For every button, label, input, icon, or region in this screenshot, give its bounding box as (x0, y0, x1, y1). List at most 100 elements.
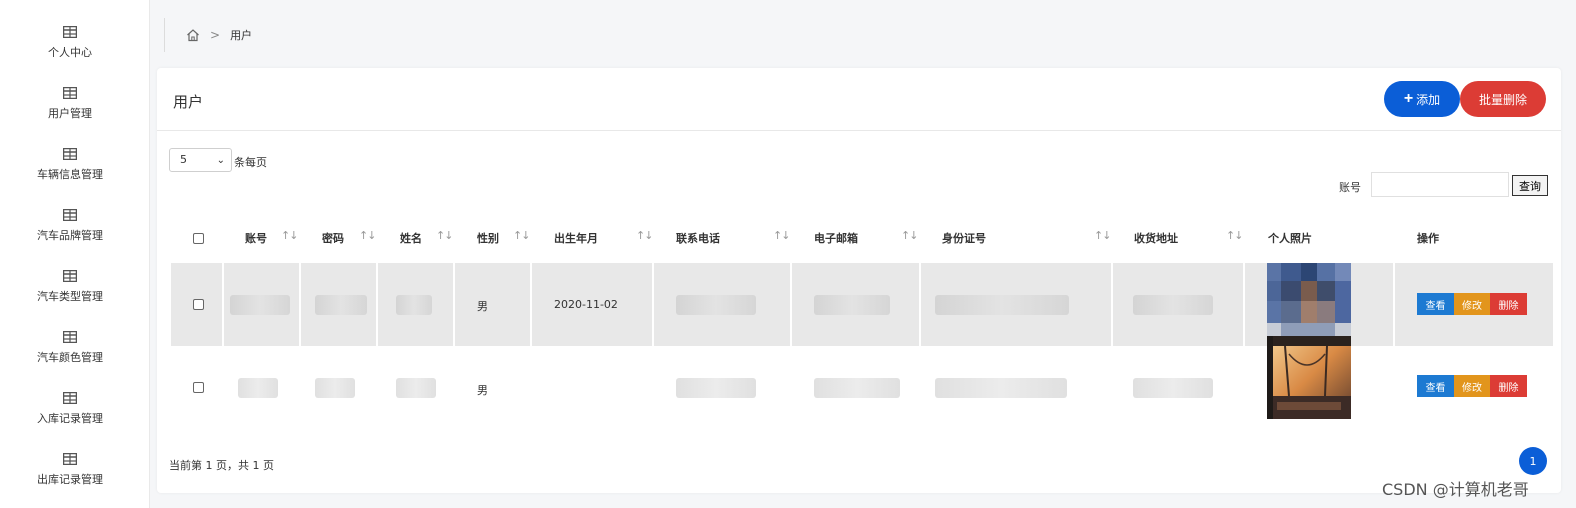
sidebar-item-car-type[interactable]: 汽车类型管理 (0, 270, 140, 322)
sidebar-item-personal-center[interactable]: 个人中心 (0, 26, 140, 78)
column-header-account[interactable]: 账号 (245, 213, 267, 263)
user-photo[interactable] (1267, 263, 1351, 346)
account-search-input[interactable] (1371, 172, 1509, 197)
table-cell (792, 348, 919, 431)
plus-icon: + (1403, 90, 1414, 107)
home-icon[interactable] (186, 28, 200, 42)
sidebar-item-inbound-records[interactable]: 入库记录管理 (0, 392, 140, 444)
sort-icon[interactable]: ↑↓ (1094, 229, 1111, 242)
sort-icon[interactable]: ↑↓ (513, 229, 530, 242)
table-cell: 查看 修改 删除 (1395, 348, 1553, 431)
table-row: 男 查看 修改 删除 (171, 336, 1553, 431)
column-header-name[interactable]: 姓名 (400, 213, 422, 263)
table-cell: 男 (455, 263, 530, 346)
birth-value: 2020-11-02 (554, 298, 618, 311)
sidebar-item-car-color[interactable]: 汽车颜色管理 (0, 331, 140, 383)
select-all-checkbox[interactable] (193, 233, 204, 244)
table-cell: 2020-11-02 (532, 263, 652, 346)
breadcrumb-current: 用户 (230, 29, 253, 42)
breadcrumb-separator: > (210, 28, 221, 42)
table-cell (301, 348, 376, 431)
page-title: 用户 (173, 93, 204, 111)
table-icon (63, 270, 77, 282)
sidebar-item-label: 用户管理 (48, 107, 92, 120)
edit-button[interactable]: 修改 (1454, 293, 1490, 315)
table-cell: 查看 修改 删除 (1395, 263, 1553, 346)
column-header-id-number[interactable]: 身份证号 (942, 213, 986, 263)
table-cell (792, 263, 919, 346)
row-checkbox[interactable] (193, 382, 204, 393)
column-header-password[interactable]: 密码 (322, 213, 344, 263)
user-photo[interactable] (1267, 336, 1351, 419)
gender-value: 男 (477, 384, 488, 397)
redacted-password (315, 295, 367, 315)
add-button[interactable]: + 添加 (1384, 81, 1460, 117)
table-cell (921, 263, 1111, 346)
table-icon (63, 209, 77, 221)
table-icon (63, 148, 77, 160)
sort-icon[interactable]: ↑↓ (773, 229, 790, 242)
redacted-address (1133, 378, 1213, 398)
sort-icon[interactable]: ↑↓ (901, 229, 918, 242)
sidebar-item-label: 入库记录管理 (37, 412, 103, 425)
sidebar-item-outbound-records[interactable]: 出库记录管理 (0, 453, 140, 505)
table-cell (171, 263, 222, 346)
column-header-phone[interactable]: 联系电话 (676, 213, 720, 263)
redacted-password (315, 378, 355, 398)
add-button-label: 添加 (1416, 92, 1441, 107)
redacted-email (814, 295, 890, 315)
table-cell (532, 348, 652, 431)
sidebar-item-label: 汽车类型管理 (37, 290, 103, 303)
sidebar-item-label: 个人中心 (48, 46, 92, 59)
sort-icon[interactable]: ↑↓ (359, 229, 376, 242)
column-header-email[interactable]: 电子邮箱 (814, 213, 858, 263)
pagination-info: 当前第 1 页，共 1 页 (169, 459, 274, 472)
edit-button[interactable]: 修改 (1454, 375, 1490, 397)
redacted-phone (676, 378, 756, 398)
view-button[interactable]: 查看 (1417, 293, 1454, 315)
column-header-birth[interactable]: 出生年月 (554, 213, 598, 263)
divider (164, 18, 165, 52)
page-number-button[interactable]: 1 (1519, 447, 1547, 475)
redacted-address (1133, 295, 1213, 315)
table-cell (378, 263, 453, 346)
sidebar-item-vehicle-info[interactable]: 车辆信息管理 (0, 148, 140, 200)
redacted-phone (676, 295, 756, 315)
row-checkbox[interactable] (193, 299, 204, 310)
table-cell: 男 (455, 348, 530, 431)
table-cell (1245, 336, 1393, 431)
user-list-card: 用户 + 添加 批量删除 5 ⌄ 条每页 账号 查询 账号 ↑↓ 密码 ↑↓ 姓… (157, 68, 1561, 493)
table-cell (171, 348, 222, 431)
table-cell (654, 348, 790, 431)
sidebar-item-car-brand[interactable]: 汽车品牌管理 (0, 209, 140, 261)
delete-button[interactable]: 删除 (1490, 375, 1527, 397)
breadcrumb: > 用户 (186, 28, 252, 42)
table-icon (63, 26, 77, 38)
table-cell (224, 263, 299, 346)
search-label: 账号 (1339, 181, 1361, 194)
sidebar-item-label: 汽车品牌管理 (37, 229, 103, 242)
page-size-value: 5 (180, 153, 187, 166)
delete-button[interactable]: 删除 (1490, 293, 1527, 315)
sidebar-item-user-management[interactable]: 用户管理 (0, 87, 140, 139)
redacted-account (238, 378, 278, 398)
page-size-select[interactable]: 5 ⌄ (169, 148, 232, 172)
redacted-id-number (935, 378, 1067, 398)
sort-icon[interactable]: ↑↓ (281, 229, 298, 242)
table-cell (1245, 263, 1393, 346)
table-cell (224, 348, 299, 431)
redacted-id-number (935, 295, 1069, 315)
sort-icon[interactable]: ↑↓ (636, 229, 653, 242)
redacted-email (814, 378, 900, 398)
table-cell (1113, 263, 1243, 346)
search-button[interactable]: 查询 (1512, 175, 1548, 196)
page-size-label: 条每页 (234, 156, 267, 169)
sort-icon[interactable]: ↑↓ (1226, 229, 1243, 242)
watermark-text: CSDN @计算机老哥 (1382, 480, 1529, 499)
card-header: 用户 + 添加 批量删除 (157, 68, 1561, 131)
column-header-gender[interactable]: 性别 (477, 213, 499, 263)
view-button[interactable]: 查看 (1417, 375, 1454, 397)
sort-icon[interactable]: ↑↓ (436, 229, 453, 242)
batch-delete-button[interactable]: 批量删除 (1460, 81, 1546, 117)
column-header-address[interactable]: 收货地址 (1134, 213, 1178, 263)
